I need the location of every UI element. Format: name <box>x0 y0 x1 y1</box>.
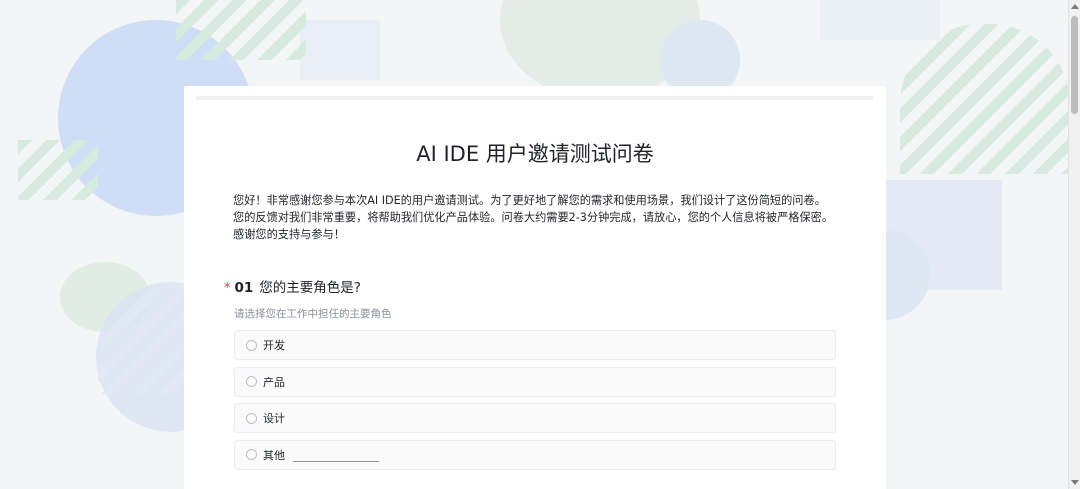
decor-square <box>820 0 940 40</box>
intro-line: 您好！非常感谢您参与本次AI IDE的用户邀请测试。为了更好地了解您的需求和使用… <box>233 194 826 207</box>
question-number: 01 <box>234 280 254 296</box>
question-hint: 请选择您在工作中担任的主要角色 <box>234 308 392 320</box>
radio-icon[interactable] <box>246 449 257 460</box>
card-header-bar <box>196 96 874 100</box>
decor-stripes <box>18 140 98 200</box>
survey-card: AI IDE 用户邀请测试问卷 您好！非常感谢您参与本次AI IDE的用户邀请测… <box>184 86 886 489</box>
other-role-input[interactable] <box>293 447 379 462</box>
decor-square <box>886 180 1002 290</box>
role-options: 开发 产品 设计 其他 <box>234 330 836 476</box>
scroll-down-arrow-icon[interactable] <box>1071 480 1079 485</box>
survey-title: AI IDE 用户邀请测试问卷 <box>416 142 654 166</box>
decor-square <box>300 20 380 80</box>
required-mark: * <box>224 281 231 296</box>
option-design[interactable]: 设计 <box>234 403 836 433</box>
option-product[interactable]: 产品 <box>234 366 836 397</box>
survey-intro: 您好！非常感谢您参与本次AI IDE的用户邀请测试。为了更好地了解您的需求和使用… <box>233 192 843 243</box>
scrollbar-thumb[interactable] <box>1071 16 1078 114</box>
question-title: * 01 您的主要角色是? <box>224 276 361 296</box>
vertical-scrollbar[interactable] <box>1068 0 1080 489</box>
option-developer[interactable]: 开发 <box>234 330 836 360</box>
option-label: 设计 <box>263 412 285 425</box>
radio-icon[interactable] <box>246 376 257 387</box>
intro-line: 您的反馈对我们非常重要，将帮助我们优化产品体验。问卷大约需要2-3分钟完成，请放… <box>233 211 834 224</box>
scroll-up-arrow-icon[interactable] <box>1071 4 1079 9</box>
option-label: 产品 <box>263 375 285 389</box>
decor-stripes <box>176 0 306 60</box>
decor-stripes <box>900 24 1070 174</box>
radio-icon[interactable] <box>246 339 257 351</box>
question-text: 您的主要角色是? <box>259 280 361 296</box>
option-label: 开发 <box>263 339 285 352</box>
intro-line: 感谢您的支持与参与！ <box>233 228 345 241</box>
option-label: 其他 <box>263 448 285 462</box>
radio-icon[interactable] <box>246 412 257 424</box>
option-other[interactable]: 其他 <box>234 439 836 470</box>
